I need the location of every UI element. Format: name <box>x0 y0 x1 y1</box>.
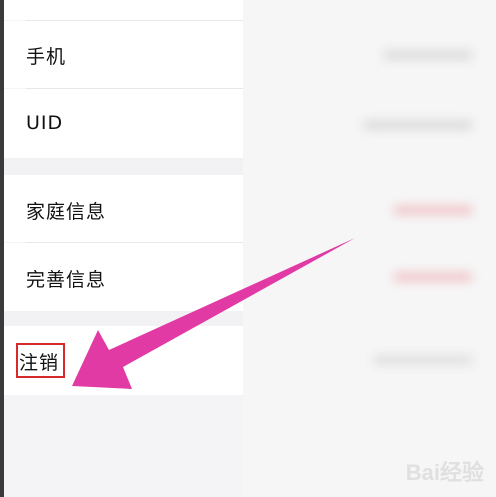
arrow-shape <box>72 238 355 389</box>
watermark: Bai经验 <box>405 460 484 485</box>
pointer-arrow-icon <box>72 238 355 389</box>
settings-page: 手机 UID 家庭信息 完善信息 注销 Bai经验 <box>0 0 496 497</box>
